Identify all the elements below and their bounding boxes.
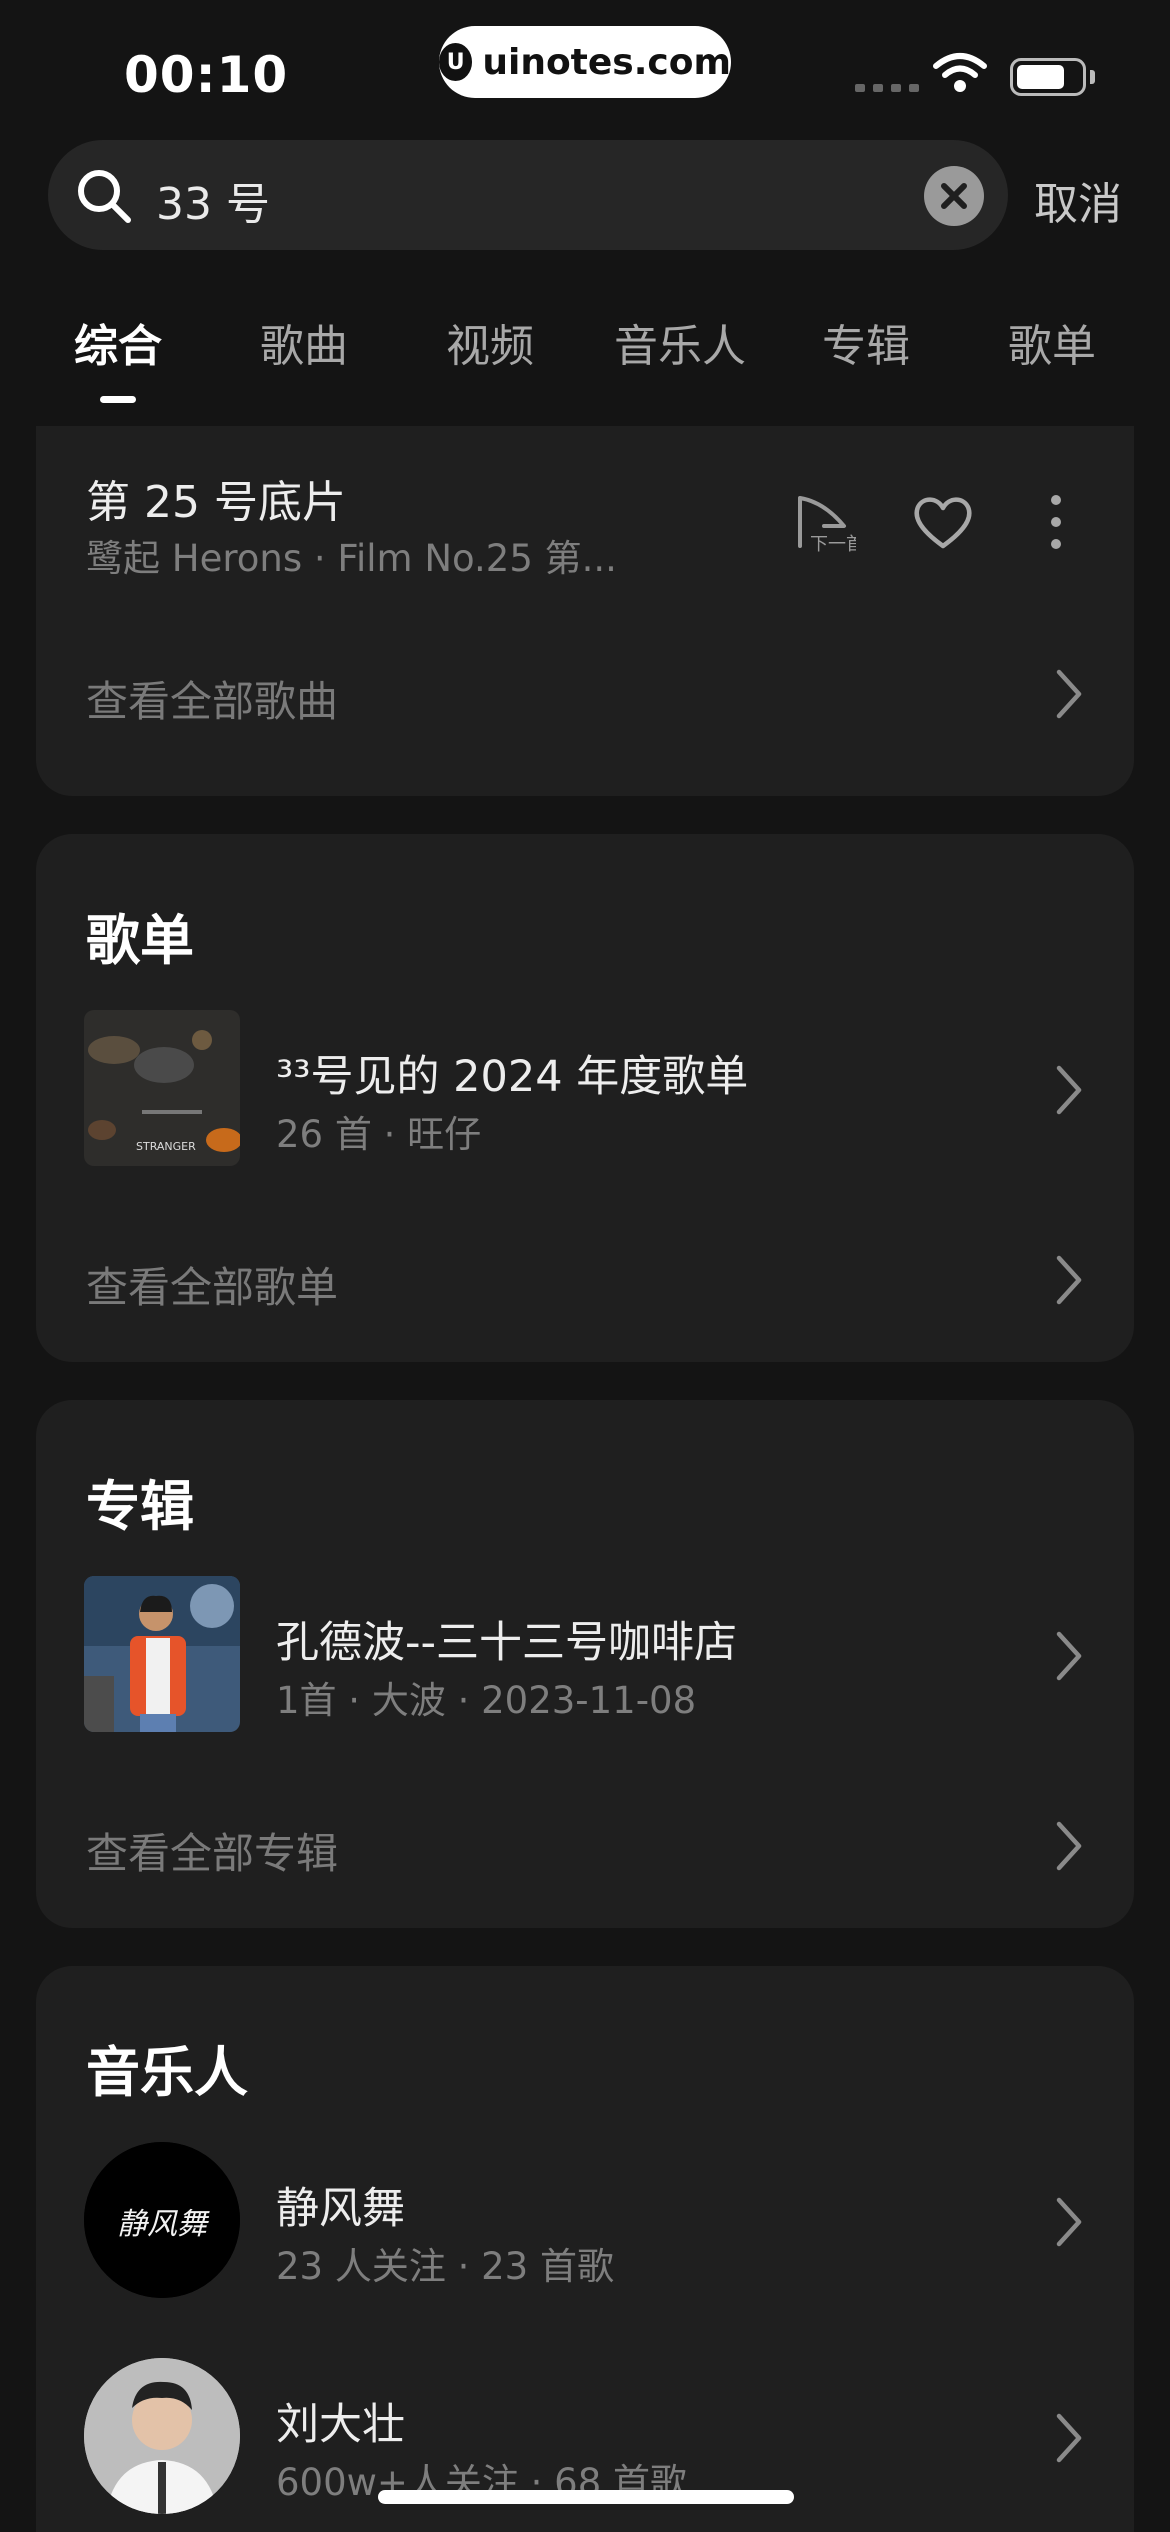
playlist-subtitle: 26 首 · 旺仔: [276, 1113, 482, 1156]
playlist-section-title: 歌单: [86, 909, 194, 972]
search-icon: [78, 170, 131, 223]
playlist-cover-text: STRANGER: [136, 1140, 196, 1153]
songs-card: 第 25 号底片 鹭起 Herons · Film No.25 第... 下一首…: [36, 426, 1134, 796]
search-query: 33 号: [156, 179, 270, 230]
song-row[interactable]: 第 25 号底片 鹭起 Herons · Film No.25 第... 下一首: [36, 426, 1134, 606]
view-all-songs-label: 查看全部歌曲: [86, 677, 339, 726]
chevron-right-icon: [1056, 669, 1082, 719]
cellular-signal-icon: [855, 84, 919, 92]
artist-card: 音乐人 静风舞 静风舞 23 人关注 · 23 首歌 刘大壮 600w+人关注 …: [36, 1966, 1134, 2532]
artist-subtitle: 23 人关注 · 23 首歌: [276, 2245, 614, 2288]
battery-icon: [1010, 58, 1086, 96]
album-section-title: 专辑: [86, 1475, 194, 1538]
artist-avatar-image: 静风舞: [84, 2142, 240, 2298]
chevron-right-icon: [1056, 1631, 1082, 1681]
battery-tip: [1090, 70, 1095, 84]
chevron-right-icon: [1056, 1065, 1082, 1115]
artist-avatar: 静风舞: [84, 2142, 240, 2298]
view-all-albums-label: 查看全部专辑: [86, 1829, 339, 1878]
album-cover-image: [84, 1576, 240, 1732]
watermark-text: uinotes.com: [482, 41, 731, 83]
album-cover: [84, 1576, 240, 1732]
home-indicator: [378, 2490, 794, 2504]
album-card: 专辑 孔德波--三十三号咖啡店 1首 · 大波 · 2023-11-08 查看全…: [36, 1400, 1134, 1928]
cancel-button[interactable]: 取消: [1034, 168, 1122, 232]
heart-icon[interactable]: [912, 494, 974, 550]
artist-name: 刘大壮: [276, 2400, 405, 2450]
playlist-title: ³³号见的 2024 年度歌单: [276, 1052, 749, 1102]
playlist-cover: STRANGER: [84, 1010, 240, 1166]
album-subtitle: 1首 · 大波 · 2023-11-08: [276, 1679, 697, 1722]
search-results-page: 00:10 U uinotes.com 33 号 取消 综合 歌曲 视频 音乐人…: [0, 0, 1170, 2532]
artist-avatar: [84, 2358, 240, 2514]
playlist-row[interactable]: STRANGER ³³号见的 2024 年度歌单 26 首 · 旺仔: [36, 1010, 1134, 1170]
song-subtitle: 鹭起 Herons · Film No.25 第...: [86, 537, 617, 580]
view-all-playlists-row[interactable]: 查看全部歌单: [36, 1246, 1134, 1326]
chevron-right-icon: [1056, 2413, 1082, 2463]
category-tabs: 综合 歌曲 视频 音乐人 专辑 歌单: [0, 310, 1170, 400]
artist-avatar-text: 静风舞: [117, 2207, 210, 2242]
watermark-badge: U uinotes.com: [439, 26, 731, 98]
chevron-right-icon: [1056, 2197, 1082, 2247]
album-row[interactable]: 孔德波--三十三号咖啡店 1首 · 大波 · 2023-11-08: [36, 1576, 1134, 1736]
view-all-songs-row[interactable]: 查看全部歌曲: [36, 660, 1134, 740]
tab-all[interactable]: 综合: [74, 310, 162, 374]
tab-artists[interactable]: 音乐人: [614, 310, 746, 374]
playlist-cover-image: STRANGER: [84, 1010, 240, 1166]
view-all-albums-row[interactable]: 查看全部专辑: [36, 1812, 1134, 1892]
artist-section-title: 音乐人: [86, 2041, 248, 2104]
chevron-right-icon: [1056, 1255, 1082, 1305]
next-song-icon[interactable]: 下一首: [794, 494, 856, 556]
more-icon[interactable]: [1048, 494, 1064, 550]
artist-name: 静风舞: [276, 2184, 405, 2234]
tab-videos[interactable]: 视频: [446, 310, 534, 374]
artist-avatar-image: [84, 2358, 240, 2514]
song-title: 第 25 号底片: [86, 477, 346, 528]
playlist-card: 歌单 STRANGER ³³号见的 2024 年度歌单 26 首 · 旺仔 查看…: [36, 834, 1134, 1362]
tab-playlists[interactable]: 歌单: [1008, 310, 1096, 374]
wifi-icon: [933, 53, 987, 92]
tab-indicator: [100, 396, 136, 403]
view-all-playlists-label: 查看全部歌单: [86, 1263, 339, 1312]
status-time: 00:10: [124, 46, 289, 104]
tab-albums[interactable]: 专辑: [822, 310, 910, 374]
search-input[interactable]: 33 号: [48, 140, 1008, 250]
next-song-label: 下一首: [810, 534, 856, 555]
chevron-right-icon: [1056, 1821, 1082, 1871]
clear-search-button[interactable]: [924, 166, 984, 226]
album-title: 孔德波--三十三号咖啡店: [276, 1618, 738, 1668]
watermark-logo-icon: U: [439, 43, 473, 81]
clear-icon: [941, 183, 967, 209]
tab-songs[interactable]: 歌曲: [260, 310, 348, 374]
artist-row[interactable]: 静风舞 静风舞 23 人关注 · 23 首歌: [36, 2142, 1134, 2302]
